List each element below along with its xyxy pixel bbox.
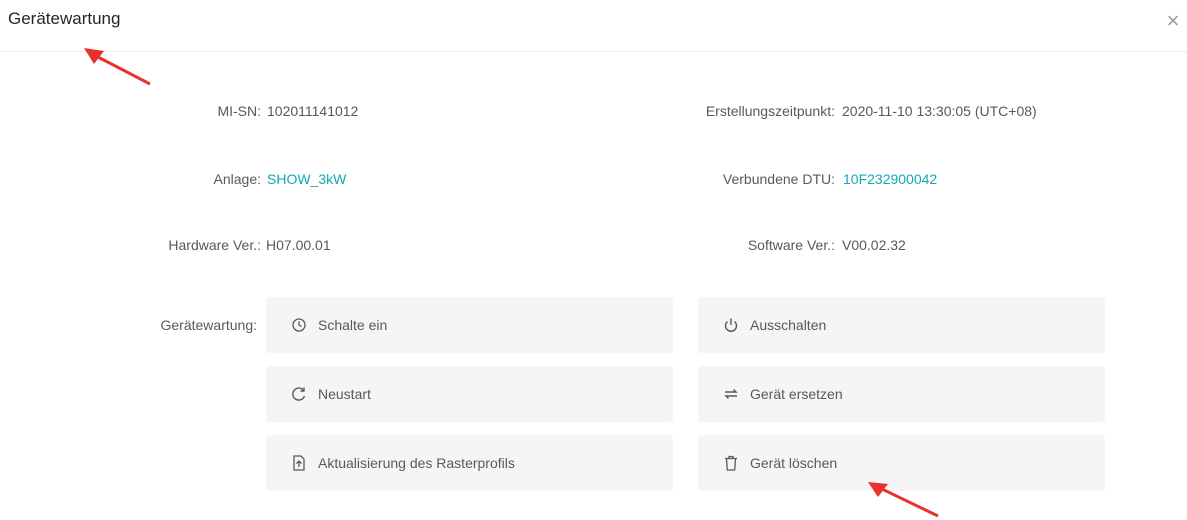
dtu-link[interactable]: 10F232900042	[843, 171, 937, 187]
created-label: Erstellungszeitpunkt:	[705, 103, 835, 119]
mi-sn-label: MI-SN:	[217, 103, 261, 119]
software-version-value: V00.02.32	[842, 237, 906, 253]
software-version-label: Software Ver.:	[747, 237, 835, 253]
mi-sn-value: 102011141012	[267, 103, 359, 119]
power-icon	[723, 317, 739, 333]
dtu-label: Verbundene DTU:	[722, 171, 835, 187]
hardware-version-label: Hardware Ver.:	[168, 237, 261, 253]
replace-device-label: Gerät ersetzen	[750, 386, 843, 402]
restart-label: Neustart	[318, 386, 371, 402]
power-on-label: Schalte ein	[318, 317, 388, 333]
annotation-arrow-icon	[868, 482, 939, 518]
trash-icon	[723, 455, 739, 471]
plant-link[interactable]: SHOW_3kW	[267, 171, 346, 187]
hardware-version-value: H07.00.01	[266, 237, 331, 253]
update-grid-profile-label: Aktualisierung des Rasterprofils	[318, 455, 515, 471]
file-icon	[291, 455, 307, 471]
clock-icon	[291, 317, 307, 333]
dialog-header: Gerätewartung ×	[0, 0, 1187, 52]
created-value: 2020-11-10 13:30:05 (UTC+08)	[842, 103, 1037, 119]
restart-icon	[291, 386, 307, 402]
dialog-title: Gerätewartung	[8, 9, 121, 28]
close-icon[interactable]: ×	[1164, 10, 1182, 32]
restart-button[interactable]: Neustart	[266, 366, 673, 422]
delete-device-label: Gerät löschen	[750, 455, 838, 471]
power-off-label: Ausschalten	[750, 317, 827, 333]
annotation-arrow-icon	[84, 48, 151, 86]
maintenance-label: Gerätewartung:	[160, 317, 258, 333]
replace-device-button[interactable]: Gerät ersetzen	[698, 366, 1105, 422]
power-off-button[interactable]: Ausschalten	[698, 297, 1105, 353]
plant-label: Anlage:	[213, 171, 261, 187]
update-grid-profile-button[interactable]: Aktualisierung des Rasterprofils	[266, 435, 673, 491]
swap-icon	[723, 386, 739, 402]
power-on-button[interactable]: Schalte ein	[266, 297, 673, 353]
